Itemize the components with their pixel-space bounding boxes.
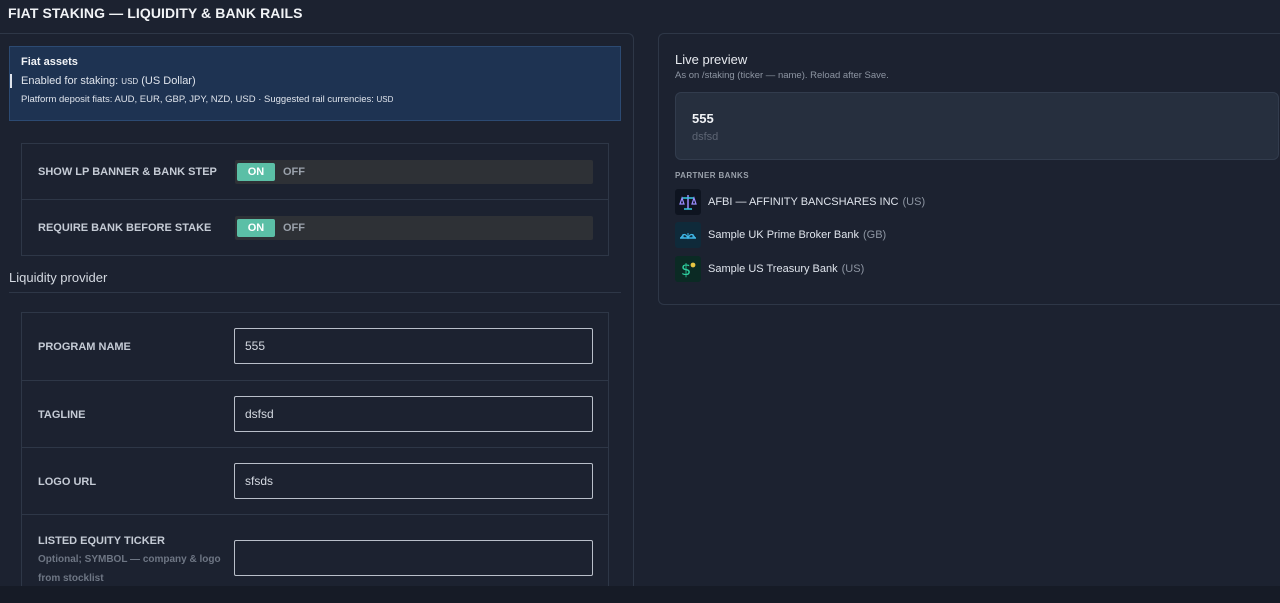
enabled-code: USD <box>121 77 139 86</box>
switch-on[interactable]: ON <box>237 162 275 181</box>
page-title: FIAT STAKING — LIQUIDITY & BANK RAILS <box>8 5 303 21</box>
enabled-for-staking: Enabled for staking: USD (US Dollar) <box>10 74 609 88</box>
switch-off[interactable]: OFF <box>283 222 305 234</box>
toggle-row-require-bank: REQUIRE BANK BEFORE STAKE ON OFF <box>22 200 608 256</box>
bank-name: Sample UK Prime Broker Bank <box>708 229 859 241</box>
partner-banks-title: PARTNER BANKS <box>675 171 749 180</box>
logo-url-input[interactable] <box>234 463 593 499</box>
bottom-strip <box>0 586 1280 603</box>
tagline-input[interactable] <box>234 396 593 432</box>
form-row-tagline: TAGLINE <box>22 381 608 448</box>
scales-icon <box>675 189 701 215</box>
preview-program-name: 555 <box>692 111 714 126</box>
toggle-label: REQUIRE BANK BEFORE STAKE <box>38 222 212 234</box>
require-bank-switch[interactable]: ON OFF <box>235 216 593 240</box>
settings-panel: Fiat assets Enabled for staking: USD (US… <box>0 33 634 603</box>
bank-country: (US) <box>841 263 865 275</box>
field-label: PROGRAM NAME <box>38 341 131 353</box>
deposit-code: USD <box>376 95 394 104</box>
field-label: LISTED EQUITY TICKER <box>38 535 165 547</box>
fiat-assets-info: Fiat assets Enabled for staking: USD (US… <box>9 46 621 121</box>
switch-off[interactable]: OFF <box>283 166 305 178</box>
partner-bank-item: AFBI — AFFINITY BANCSHARES INC (US) <box>675 189 925 215</box>
fiat-assets-title: Fiat assets <box>21 56 78 68</box>
enabled-suffix: (US Dollar) <box>138 75 196 87</box>
toggle-label: SHOW LP BANNER & BANK STEP <box>38 165 217 178</box>
dollar-icon: $ <box>675 256 701 282</box>
preview-card: 555 dsfsd <box>675 92 1279 160</box>
svg-text:$: $ <box>681 260 691 279</box>
preview-title: Live preview <box>675 52 748 67</box>
toggle-settings: SHOW LP BANNER & BANK STEP ON OFF REQUIR… <box>21 143 609 256</box>
text-cursor <box>10 74 12 88</box>
field-hint: Optional; SYMBOL — company & logo from s… <box>38 554 221 584</box>
liquidity-provider-title: Liquidity provider <box>9 270 108 285</box>
live-preview-panel: Live preview As on /staking (ticker — na… <box>658 33 1280 305</box>
bank-country: (US) <box>902 196 926 208</box>
field-label: TAGLINE <box>38 409 86 421</box>
bridge-icon <box>675 222 701 248</box>
section-divider <box>9 292 621 293</box>
equity-ticker-input[interactable] <box>234 540 593 576</box>
lp-banner-switch[interactable]: ON OFF <box>235 159 593 184</box>
toggle-row-lp-banner: SHOW LP BANNER & BANK STEP ON OFF <box>22 144 608 200</box>
bank-name: AFBI — AFFINITY BANCSHARES INC <box>708 196 899 208</box>
enabled-prefix: Enabled for staking: <box>21 75 122 87</box>
field-label: LOGO URL <box>38 476 97 488</box>
partner-bank-item: Sample UK Prime Broker Bank (GB) <box>675 222 886 248</box>
partner-bank-item: $ Sample US Treasury Bank (US) <box>675 256 864 282</box>
liquidity-provider-form: PROGRAM NAME TAGLINE LOGO URL LISTED EQU… <box>21 312 609 603</box>
preview-tagline: dsfsd <box>692 131 719 143</box>
bank-country: (GB) <box>863 229 887 241</box>
preview-subtitle: As on /staking (ticker — name). Reload a… <box>675 70 889 81</box>
form-row-logo-url: LOGO URL <box>22 448 608 515</box>
deposit-prefix: Platform deposit fiats: AUD, EUR, GBP, J… <box>21 94 377 105</box>
program-name-input[interactable] <box>234 328 593 364</box>
deposit-fiats: Platform deposit fiats: AUD, EUR, GBP, J… <box>21 94 609 105</box>
form-row-program-name: PROGRAM NAME <box>22 313 608 381</box>
switch-on[interactable]: ON <box>237 219 275 237</box>
bank-name: Sample US Treasury Bank <box>708 263 838 275</box>
